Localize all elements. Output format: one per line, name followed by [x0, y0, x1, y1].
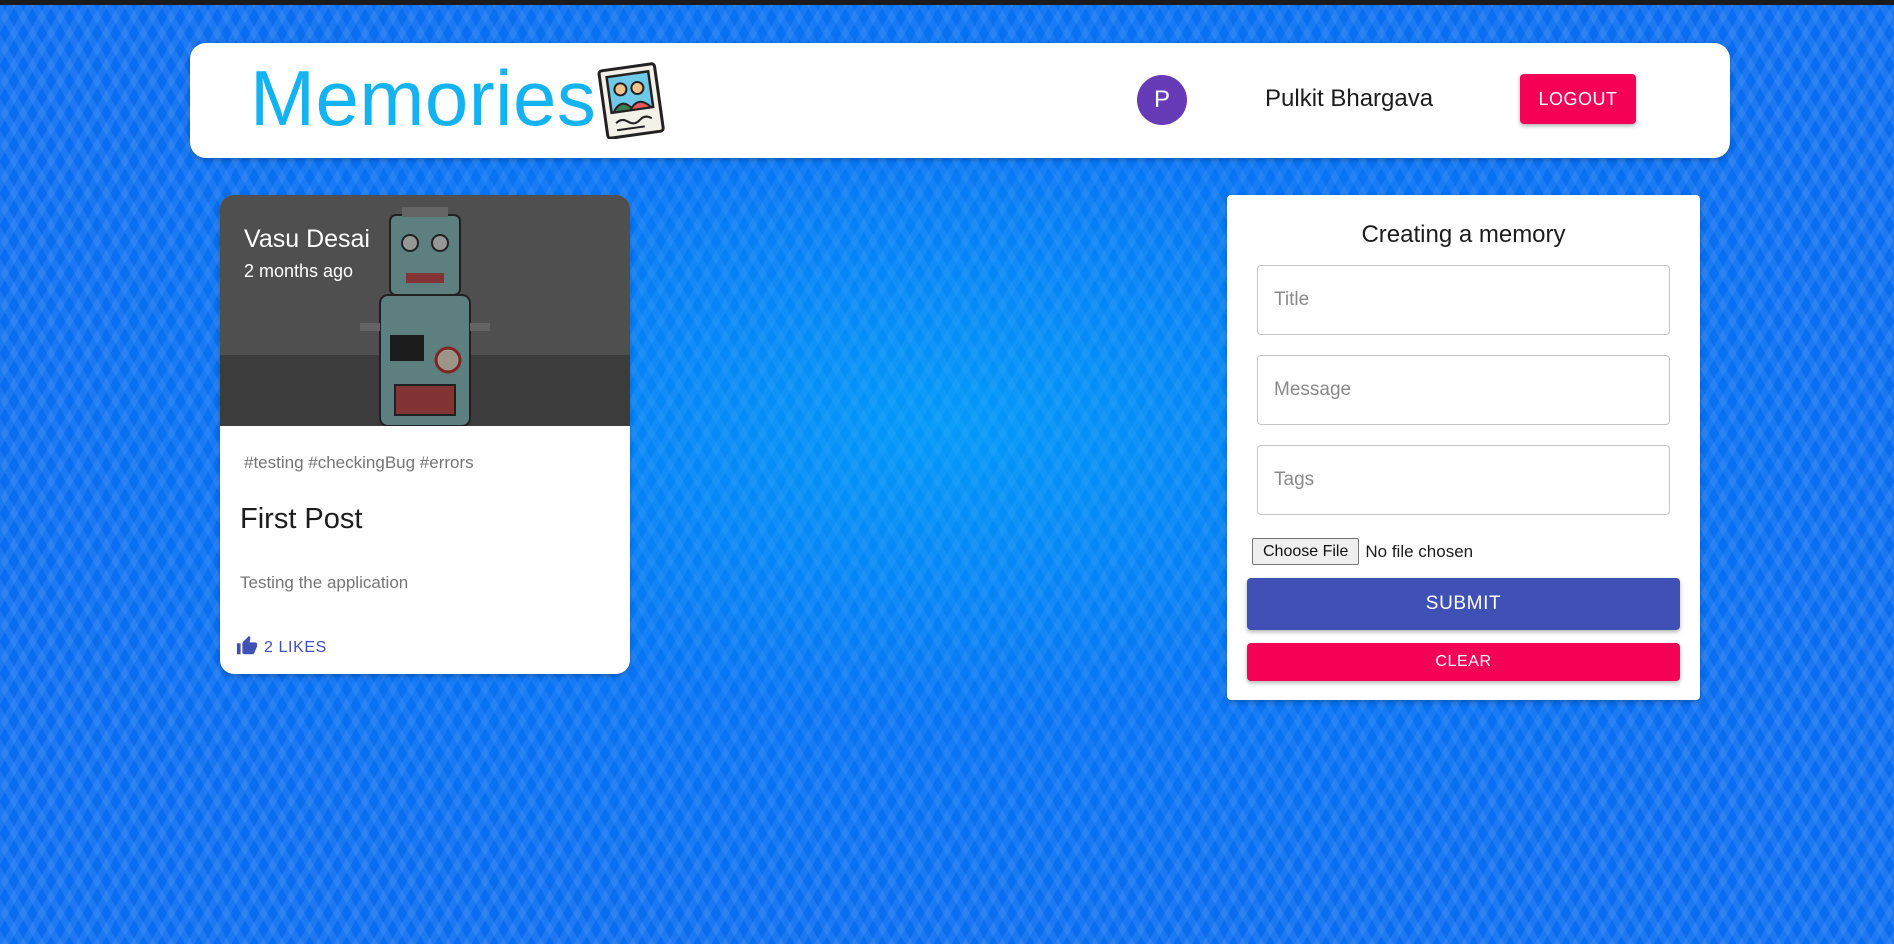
window-top-strip — [0, 0, 1894, 5]
title-input[interactable] — [1257, 265, 1670, 335]
memory-form: Creating a memory Choose File No file ch… — [1227, 195, 1700, 700]
post-author: Vasu Desai — [244, 225, 370, 253]
thumb-up-icon — [236, 635, 264, 662]
post-title: First Post — [240, 503, 363, 535]
post-card: Vasu Desai 2 months ago #testing #checki… — [220, 195, 630, 674]
avatar[interactable]: P — [1137, 75, 1187, 125]
likes-count: 2 LIKES — [264, 639, 327, 656]
user-name: Pulkit Bhargava — [1265, 85, 1434, 112]
file-status: No file chosen — [1365, 541, 1474, 561]
message-input[interactable] — [1257, 355, 1670, 425]
post-tags: #testing #checkingBug #errors — [244, 453, 474, 472]
choose-file-button[interactable]: Choose File — [1252, 538, 1360, 565]
brand-title[interactable]: Memories — [250, 53, 596, 144]
logout-button[interactable]: LOGOUT — [1520, 74, 1636, 124]
post-timestamp: 2 months ago — [244, 261, 354, 281]
post-image: Vasu Desai 2 months ago — [220, 195, 630, 426]
like-button[interactable]: 2 LIKES — [236, 633, 327, 663]
app-bar: Memories P Pulkit Bhargava LOGOUT — [190, 43, 1730, 158]
clear-button[interactable]: CLEAR — [1247, 643, 1680, 681]
post-message: Testing the application — [240, 573, 409, 592]
tags-input[interactable] — [1257, 445, 1670, 515]
submit-button[interactable]: SUBMIT — [1247, 578, 1680, 630]
form-heading: Creating a memory — [1361, 221, 1566, 248]
file-upload: Choose File No file chosen — [1252, 538, 1473, 565]
photo-memories-icon — [595, 61, 667, 140]
